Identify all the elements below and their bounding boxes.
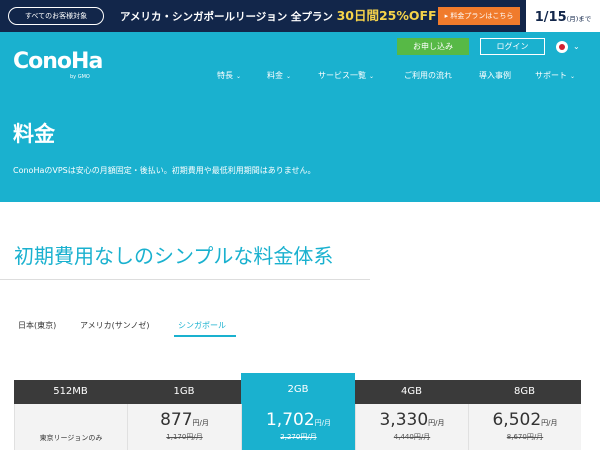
plan-header-1gb: 1GB — [127, 380, 241, 404]
plan-price-unit: 円/月 — [192, 419, 209, 427]
plan-price: 6,502円/月 — [469, 410, 581, 430]
plan-regular-price: 8,670円/月 — [506, 433, 544, 441]
plan-cell-8gb[interactable]: 6,502円/月 8,670円/月 — [468, 404, 581, 450]
plan-price-value: 6,502 — [492, 410, 542, 430]
plan-note: 東京リージョンのみ — [39, 434, 103, 442]
plan-cell-2gb[interactable]: 1,702円/月 2,270円/月 — [241, 404, 355, 450]
plan-price-unit: 円/月 — [428, 419, 445, 427]
plan-header-2gb: 2GB — [241, 373, 355, 404]
plan-price: 1,702円/月 — [242, 410, 355, 430]
plan-regular-price: 2,270円/月 — [280, 433, 317, 441]
plan-price-value: 3,330 — [379, 410, 429, 430]
plan-price-unit: 円/月 — [541, 419, 558, 427]
plan-price-value: 1,702 — [265, 410, 315, 430]
plan-header-8gb: 8GB — [468, 380, 581, 404]
plan-cell-1gb[interactable]: 877円/月 1,170円/月 — [127, 404, 241, 450]
plan-header-4gb: 4GB — [355, 380, 468, 404]
plan-regular-price: 1,170円/月 — [166, 433, 203, 441]
plan-price-value: 877 — [160, 410, 193, 430]
plan-header-512mb: 512MB — [14, 380, 127, 404]
plan-price-unit: 円/月 — [314, 419, 332, 427]
plan-table: 512MB 東京リージョンのみ 1GB 877円/月 1,170円/月 2GB … — [0, 0, 600, 450]
plan-price: 877円/月 — [128, 410, 241, 430]
plan-regular-price: 4,440円/月 — [393, 433, 431, 441]
plan-price: 3,330円/月 — [356, 410, 468, 430]
plan-cell-4gb[interactable]: 3,330円/月 4,440円/月 — [355, 404, 468, 450]
plan-cell-512mb: 東京リージョンのみ — [14, 404, 127, 450]
